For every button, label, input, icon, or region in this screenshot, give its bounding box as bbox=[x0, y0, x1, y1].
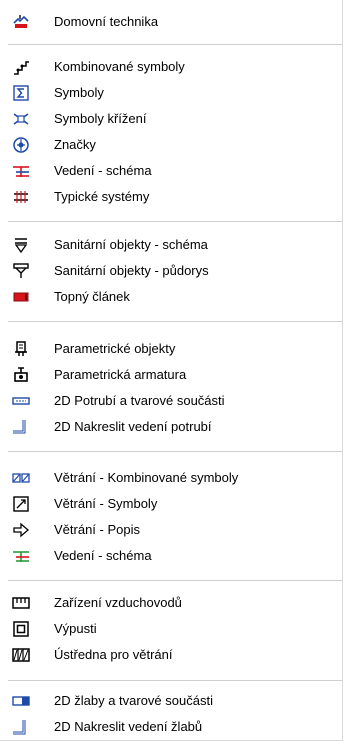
menu-item-sanitarni-schema[interactable]: Sanitární objekty - schéma bbox=[0, 232, 342, 258]
menu-item-kombinovane-symboly[interactable]: Kombinované symboly bbox=[0, 54, 342, 80]
menu-item-parametricke-objekty[interactable]: Parametrické objekty bbox=[0, 336, 342, 362]
menu-item-label: Ústředna pro větrání bbox=[54, 647, 173, 662]
menu-item-label: Větrání - Popis bbox=[54, 522, 140, 537]
menu-item-ustredna-vetrani[interactable]: Ústředna pro větrání bbox=[0, 642, 342, 668]
typical-systems-icon bbox=[12, 188, 30, 206]
menu-separator bbox=[8, 680, 342, 681]
building-services-icon bbox=[12, 13, 30, 31]
menu-item-label: Větrání - Symboly bbox=[54, 496, 158, 511]
menu-separator bbox=[8, 44, 342, 45]
menu-item-vedeni-schema-vetrani[interactable]: Vedení - schéma bbox=[0, 543, 342, 569]
menu-item-label: Výpusti bbox=[54, 621, 97, 636]
menu-item-2d-zlaby[interactable]: 2D žlaby a tvarové součásti bbox=[0, 688, 342, 714]
menu-separator bbox=[8, 321, 342, 322]
menu-item-symboly-krizeni[interactable]: Symboly křížení bbox=[0, 106, 342, 132]
sanitary-plan-icon bbox=[12, 262, 30, 280]
menu-item-zarizeni-vzduchovodu[interactable]: Zařízení vzduchovodů bbox=[0, 590, 342, 616]
menu-item-label: 2D Nakreslit vedení potrubí bbox=[54, 419, 212, 434]
outlet-icon bbox=[12, 620, 30, 638]
parametric-valve-icon bbox=[12, 366, 30, 384]
menu-item-label: Značky bbox=[54, 137, 96, 152]
marker-circle-icon bbox=[12, 136, 30, 154]
menu-item-2d-potrubi[interactable]: 2D Potrubí a tvarové součásti bbox=[0, 388, 342, 414]
menu-item-label: Zařízení vzduchovodů bbox=[54, 595, 182, 610]
ventilation-unit-icon bbox=[12, 646, 30, 664]
menu-item-label: Typické systémy bbox=[54, 189, 150, 204]
radiator-icon bbox=[12, 288, 30, 306]
menu-item-label: Symboly křížení bbox=[54, 111, 147, 126]
menu-item-znacky[interactable]: Značky bbox=[0, 132, 342, 158]
menu-item-2d-nakreslit-zlaby[interactable]: 2D Nakreslit vedení žlabů bbox=[0, 714, 342, 740]
menu-item-label: 2D Potrubí a tvarové součásti bbox=[54, 393, 225, 408]
menu-separator bbox=[8, 451, 342, 452]
menu-item-label: Sanitární objekty - půdorys bbox=[54, 263, 209, 278]
menu-item-topny-clanek[interactable]: Topný článek bbox=[0, 284, 342, 310]
combined-symbols-icon bbox=[12, 58, 30, 76]
menu-item-vetrani-symboly[interactable]: Větrání - Symboly bbox=[0, 491, 342, 517]
pipe-fittings-2d-icon bbox=[12, 392, 30, 410]
menu-item-label: 2D žlaby a tvarové součásti bbox=[54, 693, 213, 708]
menu-item-label: Kombinované symboly bbox=[54, 59, 185, 74]
draw-gutter-2d-icon bbox=[12, 718, 30, 736]
menu-item-label: Větrání - Kombinované symboly bbox=[54, 470, 239, 485]
menu-item-label: Symboly bbox=[54, 85, 104, 100]
menu-item-domovni-technika[interactable]: Domovní technika bbox=[0, 9, 342, 35]
parametric-objects-icon bbox=[12, 340, 30, 358]
ventilation-symbols-icon bbox=[12, 495, 30, 513]
sanitary-schema-icon bbox=[12, 236, 30, 254]
menu-item-typicke-systemy[interactable]: Typické systémy bbox=[0, 184, 342, 210]
menu-item-label: Parametrické objekty bbox=[54, 341, 176, 356]
menu-separator bbox=[8, 221, 342, 222]
duct-equipment-icon bbox=[12, 594, 30, 612]
arrow-right-outline-icon bbox=[12, 521, 30, 539]
menu-item-label: Topný článek bbox=[54, 289, 130, 304]
sigma-symbol-icon bbox=[12, 84, 30, 102]
menu-item-vetrani-popis[interactable]: Větrání - Popis bbox=[0, 517, 342, 543]
menu-separator bbox=[8, 580, 342, 581]
menu-item-label: Sanitární objekty - schéma bbox=[54, 237, 208, 252]
pipe-schema-icon bbox=[12, 162, 30, 180]
context-menu: Domovní technika Kombinované symboly Sym… bbox=[0, 0, 343, 741]
menu-item-vetrani-kombinovane[interactable]: Větrání - Kombinované symboly bbox=[0, 465, 342, 491]
gutter-fittings-2d-icon bbox=[12, 692, 30, 710]
menu-item-parametricka-armatura[interactable]: Parametrická armatura bbox=[0, 362, 342, 388]
menu-item-symboly[interactable]: Symboly bbox=[0, 80, 342, 106]
pipe-schema-green-icon bbox=[12, 547, 30, 565]
menu-item-label: Domovní technika bbox=[54, 14, 159, 29]
menu-item-label: Vedení - schéma bbox=[54, 548, 152, 563]
menu-item-vypusti[interactable]: Výpusti bbox=[0, 616, 342, 642]
draw-pipe-2d-icon bbox=[12, 418, 30, 436]
crossing-symbols-icon bbox=[12, 110, 30, 128]
menu-item-sanitarni-pudorys[interactable]: Sanitární objekty - půdorys bbox=[0, 258, 342, 284]
menu-item-label: Vedení - schéma bbox=[54, 163, 152, 178]
menu-item-label: 2D Nakreslit vedení žlabů bbox=[54, 719, 203, 734]
ventilation-combined-icon bbox=[12, 469, 30, 487]
menu-item-2d-nakreslit-potrubi[interactable]: 2D Nakreslit vedení potrubí bbox=[0, 414, 342, 440]
menu-item-label: Parametrická armatura bbox=[54, 367, 187, 382]
menu-item-vedeni-schema[interactable]: Vedení - schéma bbox=[0, 158, 342, 184]
